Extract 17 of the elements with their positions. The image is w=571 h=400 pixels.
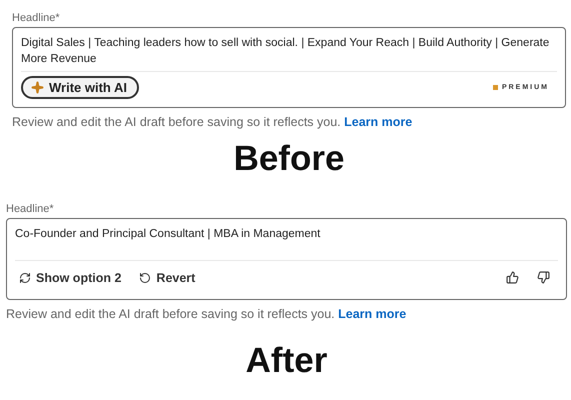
refresh-icon	[19, 272, 31, 284]
show-option-button[interactable]: Show option 2	[15, 265, 122, 290]
helper-text: Review and edit the AI draft before saving so it reflects you. Learn more	[12, 115, 414, 129]
write-with-ai-button[interactable]: Write with AI	[21, 76, 139, 99]
learn-more-link[interactable]: Learn more	[338, 307, 406, 321]
thumbs-down-button[interactable]	[535, 271, 552, 284]
thumbs-up-button[interactable]	[504, 271, 521, 284]
caption: After	[246, 341, 328, 381]
helper-text: Review and edit the AI draft before saving so it reflects you. Learn more	[6, 307, 408, 321]
field-label: Headline*	[12, 12, 61, 24]
revert-button[interactable]: Revert	[135, 265, 196, 290]
field-label: Headline*	[6, 203, 55, 215]
undo-icon	[139, 272, 152, 284]
learn-more-link[interactable]: Learn more	[344, 115, 412, 129]
headline-field[interactable]: Co-Founder and Principal Consultant | MBA in Management Show option 2 Revert	[6, 218, 567, 300]
sparkle-icon	[31, 81, 44, 94]
caption: Before	[234, 139, 344, 179]
